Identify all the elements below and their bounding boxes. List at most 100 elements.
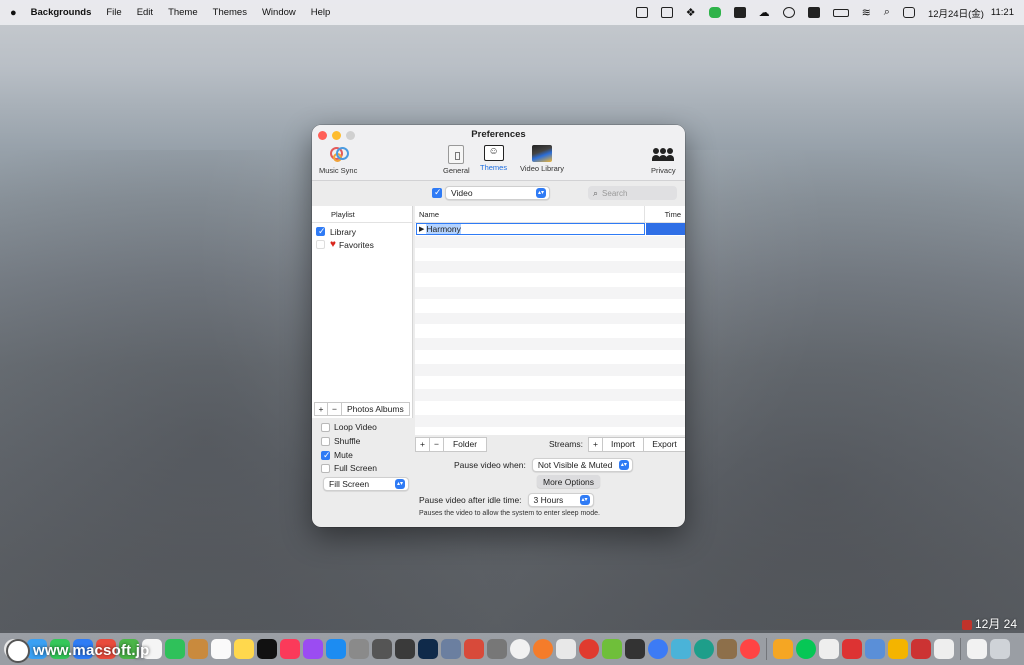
popup-arrows-icon: ▴▾ [395,479,405,489]
theme-add-button[interactable]: + [415,436,430,452]
toolbar-video-library[interactable]: Video Library [520,145,564,173]
theme-remove-button[interactable]: − [429,436,444,452]
idle-time-popup[interactable]: 3 Hours ▴▾ [527,493,594,507]
menubar-time[interactable]: 11:21 [991,7,1014,18]
menu-app-name[interactable]: Backgrounds [31,7,92,18]
app-icon[interactable] [819,639,839,659]
backgrounds-app-icon[interactable] [934,639,954,659]
app-icon[interactable] [671,639,691,659]
menu-file[interactable]: File [106,7,121,18]
app-icon[interactable] [694,639,714,659]
photoshop-icon[interactable] [418,639,438,659]
app-icon[interactable] [911,639,931,659]
full-screen-option[interactable]: Full Screen [321,463,377,473]
app-icon[interactable] [602,639,622,659]
photos-albums-button[interactable]: Photos Albums [341,402,410,416]
video-filter-checkbox[interactable] [432,187,442,198]
column-header-time[interactable]: Time [665,210,681,219]
trash-icon[interactable] [990,639,1010,659]
notes-icon[interactable] [234,639,254,659]
toolbar-themes[interactable]: Themes [476,143,516,177]
shuffle-option[interactable]: Shuffle [321,436,360,446]
menu-themes[interactable]: Themes [213,7,247,18]
playlist-item-favorites[interactable]: ♥ Favorites [312,238,412,251]
shuffle-checkbox[interactable] [321,436,330,446]
menu-theme[interactable]: Theme [168,7,198,18]
folder-button[interactable]: Folder [443,436,487,452]
podcasts-icon[interactable] [303,639,323,659]
vivaldi-icon[interactable] [579,639,599,659]
favorites-checkbox[interactable] [316,240,325,249]
mute-option[interactable]: Mute [321,450,353,461]
playlist-remove-button[interactable]: − [327,402,342,416]
playlist-add-button[interactable]: + [314,402,328,416]
downloads-icon[interactable] [967,639,987,659]
battery-icon[interactable] [832,8,849,17]
input-method-icon[interactable] [807,7,820,18]
library-checkbox[interactable] [316,226,326,237]
menu-help[interactable]: Help [311,7,331,18]
loop-video-option[interactable]: Loop Video [321,422,377,432]
status-face-icon[interactable] [660,7,673,18]
app-store-icon[interactable] [326,639,346,659]
contacts-icon[interactable] [188,639,208,659]
reminders-icon[interactable] [211,639,231,659]
messenger-icon[interactable] [648,639,668,659]
list-item-harmony[interactable]: ▶ Harmony [415,223,685,236]
app-icon[interactable] [556,639,576,659]
app-icon[interactable] [888,639,908,659]
menu-edit[interactable]: Edit [137,7,153,18]
utility-icon[interactable] [372,639,392,659]
control-center-icon[interactable] [902,7,915,18]
cloud-icon[interactable]: ☁ [759,6,770,19]
screen-mode-popup[interactable]: Fill Screen ▴▾ [323,477,409,491]
app-icon[interactable] [625,639,645,659]
streams-add-button[interactable]: + [588,436,603,452]
youtube-icon[interactable] [740,639,760,659]
search-input[interactable]: ⌕ Search [588,186,677,200]
status-app-icon[interactable] [733,7,746,18]
line-app-icon[interactable] [796,639,816,659]
firefox-icon[interactable] [533,639,553,659]
menubar-date[interactable]: 12月24日(金) [928,6,984,20]
harmony-name-field[interactable]: ▶ Harmony [416,223,645,235]
menu-window[interactable]: Window [262,7,296,18]
play-icon[interactable] [782,7,795,18]
system-preferences-icon[interactable] [349,639,369,659]
dropbox-icon[interactable]: ❖ [686,6,696,19]
calendar-widget[interactable]: 12月 24 [962,615,1017,632]
status-box-icon[interactable] [635,7,648,18]
pen-tool-icon[interactable] [487,639,507,659]
more-options-button[interactable]: More Options [537,475,601,488]
column-header-name[interactable]: Name [419,210,439,219]
toolbar-general[interactable]: General [443,145,470,175]
toolbar-privacy[interactable]: Privacy [651,145,676,175]
pause-when-popup[interactable]: Not Visible & Muted ▴▾ [531,458,633,472]
app-icon[interactable] [773,639,793,659]
preview-icon[interactable] [441,639,461,659]
apple-tv-icon[interactable] [257,639,277,659]
app-icon[interactable] [464,639,484,659]
music-icon[interactable] [280,639,300,659]
toolbar-music-sync[interactable]: Music Sync [319,145,357,175]
facetime-icon[interactable] [165,639,185,659]
list-row [415,325,685,339]
final-cut-icon[interactable] [395,639,415,659]
import-button[interactable]: Import [602,436,644,452]
app-icon[interactable] [717,639,737,659]
chrome-icon[interactable] [510,639,530,659]
disclosure-triangle-icon[interactable]: ▶ [419,225,424,233]
line-icon[interactable] [708,7,721,18]
media-type-popup[interactable]: Video ▴▾ [445,186,550,200]
export-button[interactable]: Export [643,436,685,452]
spotlight-search-icon[interactable]: ⌕ [884,6,890,19]
playlist-item-library[interactable]: Library [312,225,412,238]
app-icon[interactable] [842,639,862,659]
apple-menu-icon[interactable]: ● [10,7,17,19]
loop-video-checkbox[interactable] [321,422,330,432]
harmony-time-cell [646,223,685,235]
app-icon[interactable] [865,639,885,659]
mute-checkbox[interactable] [321,450,331,461]
full-screen-checkbox[interactable] [321,463,330,473]
wifi-icon[interactable]: ≋ [862,6,871,19]
